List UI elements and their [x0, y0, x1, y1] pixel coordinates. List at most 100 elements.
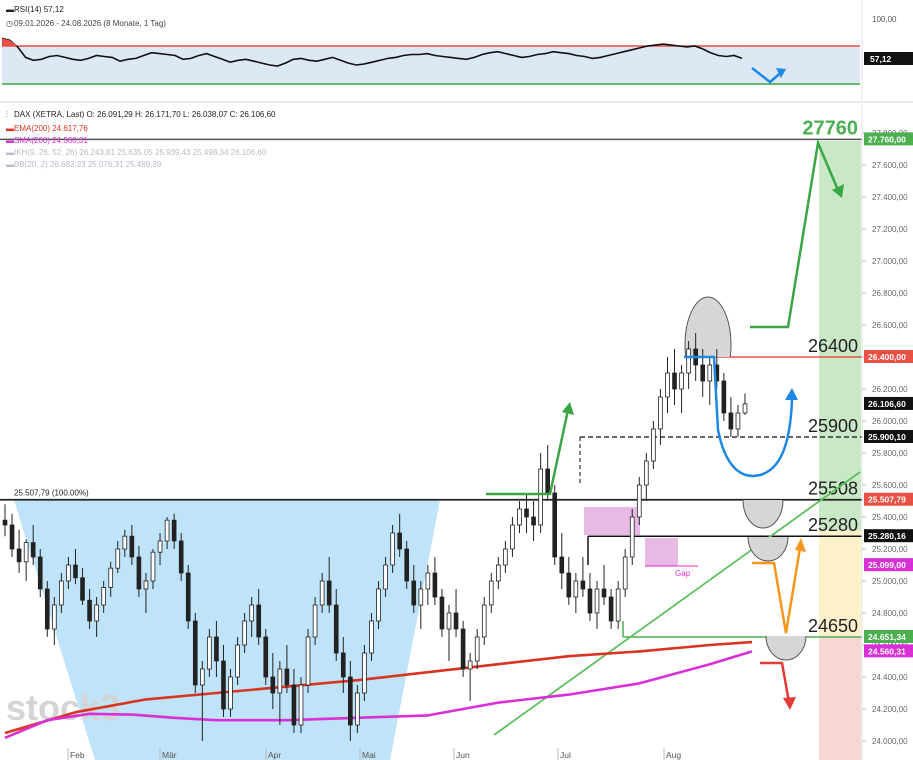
candle: [615, 581, 621, 629]
candle-body: [622, 556, 628, 590]
candle-body: [2, 519, 8, 526]
month-axis: Feb Mär Apr Mai Jun Jul Aug: [67, 748, 681, 760]
candle: [721, 373, 727, 421]
red-arrowhead: [783, 697, 796, 710]
candle: [496, 557, 501, 589]
candle-body: [256, 604, 262, 638]
candle: [679, 365, 684, 413]
candle-body: [136, 556, 142, 590]
candle-body: [439, 596, 445, 630]
green-arrowhead-left: [562, 402, 574, 415]
candle: [467, 653, 473, 701]
rsi-range: ◷09.01.2026 - 24.08.2026 (8 Monate, 1 Ta…: [6, 19, 166, 28]
level-label-25508: 25508: [808, 479, 858, 499]
candle: [728, 397, 734, 437]
axis-tick-label: 27.200,00: [872, 225, 908, 234]
candle: [503, 541, 508, 573]
candle-body: [298, 684, 304, 726]
candle: [552, 485, 558, 565]
axis-tick-label: 26.600,00: [872, 321, 908, 330]
candle-body: [263, 636, 269, 678]
candle: [566, 557, 572, 605]
candle-body: [397, 532, 402, 550]
candle-body: [587, 588, 593, 614]
candle-body: [679, 372, 684, 390]
price-tag-27760: 27.760,00: [868, 134, 906, 144]
candle: [629, 509, 635, 565]
price-axis: 27.800,0027.600,0027.400,0027.200,0027.0…: [862, 129, 913, 746]
candle: [432, 557, 438, 605]
candle-body: [207, 636, 212, 670]
target-zone-red: [819, 636, 861, 760]
axis-tick-label: 24.800,00: [872, 609, 908, 618]
candle: [735, 405, 741, 437]
clock-icon: ◷: [6, 19, 13, 28]
candle-body: [376, 588, 381, 622]
sma-legend: ▬SMA(200) 24.560,31: [6, 136, 88, 145]
candle: [474, 629, 480, 669]
rsi-title: ▬RSI(14) 57,12: [6, 5, 64, 14]
candle-body: [566, 572, 572, 598]
candle-body: [284, 668, 290, 686]
price-tag-extra-2: 24.560,31: [868, 646, 906, 656]
candle-body: [369, 620, 374, 654]
candle-body: [735, 412, 741, 430]
candle: [362, 645, 367, 701]
axis-tick-label: 24.200,00: [872, 705, 908, 714]
candle-body: [9, 524, 15, 550]
month-label: Feb: [70, 750, 85, 760]
price-panel: Gap 27760 26400 25900 25508 25280 24650 25.507…: [0, 104, 913, 760]
candle: [510, 517, 515, 557]
candle-body: [228, 676, 233, 710]
candle-body: [23, 542, 29, 563]
candle-body: [108, 567, 114, 588]
rsi-band: [2, 46, 860, 84]
axis-tick-label: 25.200,00: [872, 545, 908, 554]
bb-dash-icon: ▬: [6, 160, 14, 169]
axis-tick-label: 25.600,00: [872, 481, 908, 490]
candle-body: [362, 652, 367, 694]
candle-body: [615, 588, 621, 622]
candle-body: [644, 460, 649, 486]
candle-body: [143, 580, 149, 590]
rsi-dash-icon: ▬: [6, 5, 14, 14]
candle-body: [73, 564, 78, 579]
candle-body: [122, 535, 128, 550]
candle-body: [305, 636, 311, 686]
axis-tick-label: 24.400,00: [872, 673, 908, 682]
candle: [305, 629, 311, 693]
candle-body: [101, 587, 106, 606]
candle: [425, 565, 431, 605]
candle-body: [30, 542, 36, 558]
candle-icon: ⫶: [6, 110, 8, 119]
candle-body: [94, 604, 99, 622]
candle-body: [474, 636, 480, 662]
candle: [16, 529, 22, 573]
candle-body: [594, 588, 600, 614]
candle-body: [629, 516, 635, 558]
axis-tick-label: 25.400,00: [872, 513, 908, 522]
candle-body: [467, 660, 473, 670]
red-arrow: [760, 661, 791, 703]
candle-body: [496, 564, 501, 582]
ikh-legend: ▬IKH(9, 26, 52, 26) 26.243,81 25.635,05 …: [6, 148, 267, 157]
ikh-dash-icon: ▬: [6, 148, 14, 157]
candle-body: [129, 535, 135, 558]
candle-body: [552, 492, 558, 558]
candle-body: [242, 620, 247, 646]
candle-body: [510, 524, 515, 550]
candle-body: [59, 580, 64, 606]
candle-body: [608, 596, 614, 622]
candle-body: [425, 572, 431, 590]
candle-body: [573, 580, 579, 598]
bb-legend: ▬BB(20, 2) 26.683,23 25.076,31 25.489,39: [6, 160, 162, 169]
candle: [573, 573, 579, 613]
candle: [446, 605, 452, 661]
candle: [672, 349, 677, 405]
candle-body: [326, 580, 332, 606]
candle: [587, 573, 593, 621]
axis-tick-label: 27.600,00: [872, 161, 908, 170]
ellipse-24650: [765, 636, 807, 661]
candle: [651, 421, 656, 469]
candle-body: [16, 548, 22, 563]
